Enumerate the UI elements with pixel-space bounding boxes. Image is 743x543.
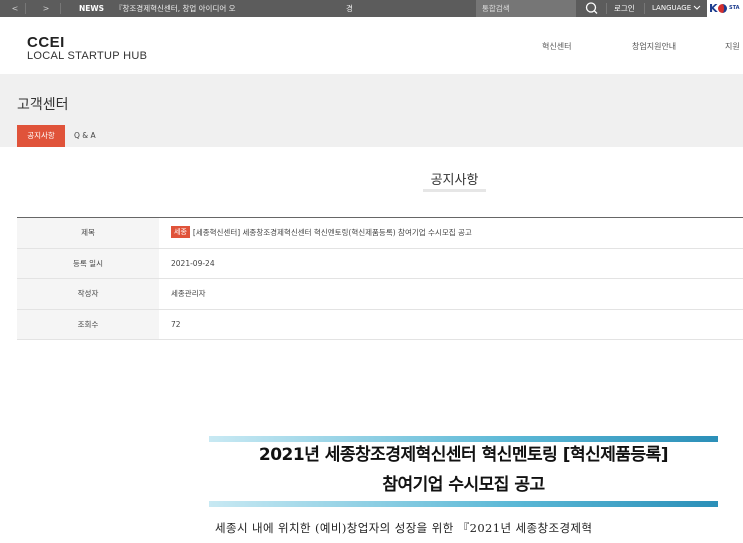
divider bbox=[644, 3, 645, 14]
row-label-date: 등록 일시 bbox=[17, 248, 159, 278]
post-title: 세종 [세종혁신센터] 세종창조경제혁신센터 혁신멘토링(혁신제품등록) 참여기업… bbox=[171, 218, 472, 248]
news-next-button[interactable]: > bbox=[37, 0, 55, 17]
site-logo[interactable]: CCEI LOCAL STARTUP HUB bbox=[27, 34, 148, 63]
search-input[interactable]: 통합검색 bbox=[476, 0, 576, 17]
row-label-author: 작성자 bbox=[17, 279, 159, 309]
table-row: 등록 일시 2021-09-24 bbox=[17, 248, 743, 279]
partner-logo-emblem bbox=[718, 4, 727, 13]
post-author: 세종관리자 bbox=[171, 289, 206, 298]
page-heading-band: 고객센터 공지사항 Q & A bbox=[0, 74, 743, 147]
page-title: 고객센터 bbox=[17, 97, 69, 113]
gnb-item-support-guide[interactable]: 창업지원안내 bbox=[632, 41, 676, 52]
banner-stripe-bottom bbox=[209, 501, 718, 507]
search-button[interactable] bbox=[580, 0, 604, 17]
partner-logo-sub: STA bbox=[729, 5, 740, 11]
news-ticker-link[interactable]: 『창조경제혁신센터, 창업 아이디어 오 bbox=[115, 0, 236, 17]
section-title-text: 공지사항 bbox=[422, 173, 487, 192]
language-selector[interactable]: LANGUAGE bbox=[652, 0, 701, 17]
top-utility-bar: < > NEWS 『창조경제혁신센터, 창업 아이디어 오 경 통합검색 로그인… bbox=[0, 0, 743, 17]
row-label-views: 조회수 bbox=[17, 309, 159, 339]
chevron-down-icon bbox=[694, 5, 701, 10]
notice-banner-image: 2021년 세종창조경제혁신센터 혁신멘토링 [혁신제품등록] 참여기업 수시모… bbox=[209, 436, 718, 507]
divider bbox=[25, 3, 26, 14]
tab-qna[interactable]: Q & A bbox=[74, 125, 96, 147]
banner-stripe-top bbox=[209, 436, 718, 442]
login-link[interactable]: 로그인 bbox=[614, 0, 635, 17]
search-icon bbox=[585, 2, 598, 14]
banner-heading-line-1: 2021년 세종창조경제혁신센터 혁신멘토링 [혁신제품등록] bbox=[258, 445, 669, 465]
news-prev-button[interactable]: < bbox=[6, 0, 24, 17]
post-info-table: 제목 세종 [세종혁신센터] 세종창조경제혁신센터 혁신멘토링(혁신제품등록) 참… bbox=[17, 217, 743, 340]
divider bbox=[606, 3, 607, 14]
logo-line-1: CCEI bbox=[27, 34, 65, 51]
partner-logo[interactable]: K STA bbox=[707, 0, 743, 17]
row-label-title: 제목 bbox=[17, 218, 159, 248]
partner-logo-letter: K bbox=[709, 2, 718, 15]
post-body-text: 세종시 내에 위치한 (예비)창업자의 성장을 위한 『2021년 세종창조경제… bbox=[215, 521, 593, 535]
logo-line-2: LOCAL STARTUP HUB bbox=[27, 50, 148, 62]
tab-notice[interactable]: 공지사항 bbox=[17, 125, 65, 147]
gnb-item-center[interactable]: 혁신센터 bbox=[542, 41, 571, 52]
banner-heading-line-2: 참여기업 수시모집 공고 bbox=[382, 475, 545, 495]
post-date: 2021-09-24 bbox=[171, 258, 215, 268]
table-row: 조회수 72 bbox=[17, 309, 743, 340]
news-label: NEWS bbox=[79, 4, 105, 13]
region-badge: 세종 bbox=[171, 226, 190, 238]
table-row: 작성자 세종관리자 bbox=[17, 279, 743, 310]
post-views: 72 bbox=[171, 319, 181, 329]
post-title-text: [세종혁신센터] 세종창조경제혁신센터 혁신멘토링(혁신제품등록) 참여기업 수… bbox=[192, 228, 472, 237]
gnb-item-support[interactable]: 지원 bbox=[725, 41, 740, 52]
news-ticker-link-2[interactable]: 경 bbox=[346, 0, 353, 17]
language-label: LANGUAGE bbox=[652, 4, 692, 12]
table-row: 제목 세종 [세종혁신센터] 세종창조경제혁신센터 혁신멘토링(혁신제품등록) 참… bbox=[17, 218, 743, 249]
search-placeholder: 통합검색 bbox=[482, 4, 510, 13]
section-title: 공지사항 bbox=[0, 173, 743, 192]
divider bbox=[60, 3, 61, 14]
site-header: CCEI LOCAL STARTUP HUB 혁신센터 창업지원안내 지원 bbox=[0, 17, 743, 74]
